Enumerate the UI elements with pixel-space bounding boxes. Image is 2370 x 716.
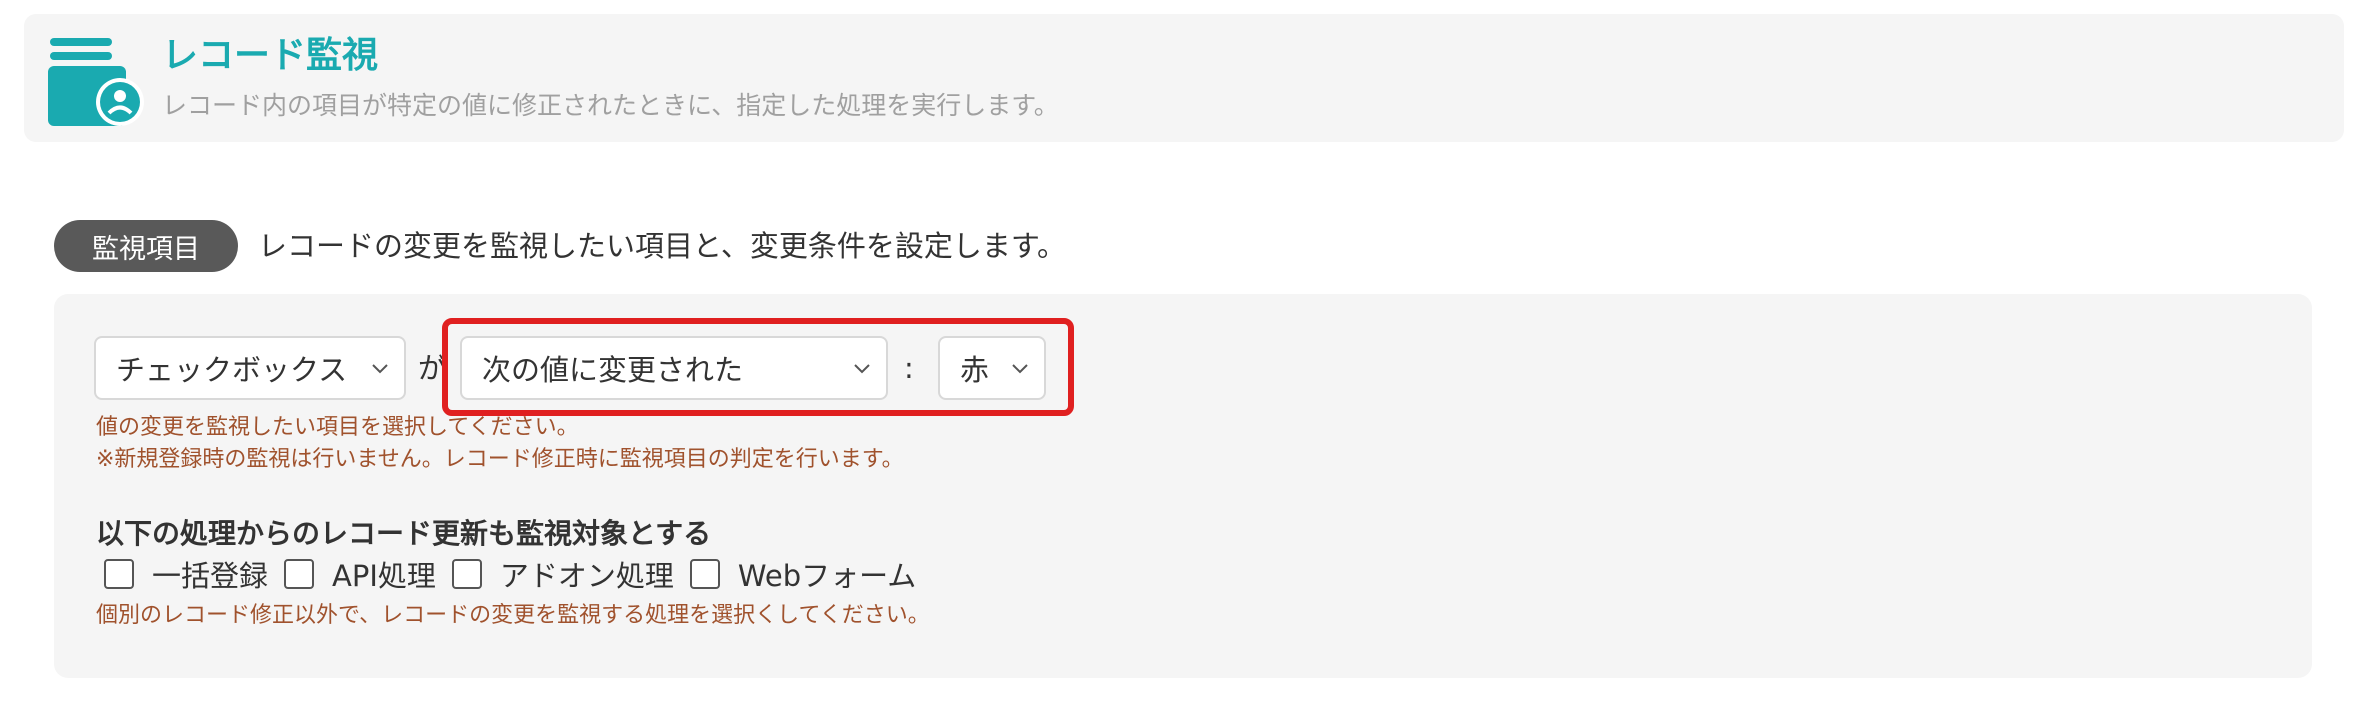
checkbox-box[interactable] — [689, 559, 720, 589]
section-label: 監視項目 — [54, 220, 238, 272]
checkbox-box[interactable] — [284, 559, 315, 589]
section-description: レコードの変更を監視したい項目と、変更条件を設定します。 — [258, 229, 1066, 263]
checkbox-box[interactable] — [104, 559, 134, 589]
condition-select[interactable]: 次の値に変更された — [460, 336, 888, 400]
value-select-value: 赤 — [960, 353, 990, 387]
header-card: レコード監視 レコード内の項目が特定の値に修正されたときに、指定した処理を実行し… — [24, 14, 2344, 142]
checkbox-api[interactable]: API処理 — [284, 553, 436, 595]
targets-help-text: 個別のレコード修正以外で、レコードの変更を監視する処理を選択くしてください。 — [96, 603, 930, 628]
field-note-text: ※新規登録時の監視は行いません。レコード修正時に監視項目の判定を行います。 — [96, 447, 904, 472]
page-description: レコード内の項目が特定の値に修正されたときに、指定した処理を実行します。 — [162, 91, 1059, 120]
checkbox-label: アドオン処理 — [499, 559, 674, 593]
targets-heading: 以下の処理からのレコード更新も監視対象とする — [96, 517, 712, 550]
checkbox-webform[interactable]: Webフォーム — [689, 553, 917, 595]
record-watch-icon — [48, 38, 144, 126]
targets-checkbox-row: 一括登録 API処理 アドオン処理 Webフォーム — [104, 552, 932, 596]
checkbox-label: 一括登録 — [152, 559, 269, 593]
page-title: レコード監視 — [162, 35, 379, 76]
checkbox-box[interactable] — [451, 559, 482, 589]
value-select[interactable]: 赤 — [938, 336, 1046, 400]
checkbox-bulk-register[interactable]: 一括登録 — [104, 553, 268, 595]
colon-separator: : — [904, 351, 914, 385]
checkbox-addon[interactable]: アドオン処理 — [451, 553, 674, 595]
chevron-down-icon — [854, 364, 870, 374]
checkbox-label: Webフォーム — [737, 559, 917, 593]
field-help-text: 値の変更を監視したい項目を選択してください。 — [96, 415, 579, 440]
checkbox-label: API処理 — [332, 559, 436, 593]
field-select[interactable]: チェックボックス — [94, 336, 406, 400]
condition-select-value: 次の値に変更された — [482, 353, 744, 387]
chevron-down-icon — [1012, 364, 1028, 374]
settings-panel: チェックボックス が 次の値に変更された : 赤 値の変更を監視したい項目を選択… — [54, 294, 2312, 678]
field-select-value: チェックボックス — [116, 353, 348, 387]
chevron-down-icon — [372, 364, 388, 374]
